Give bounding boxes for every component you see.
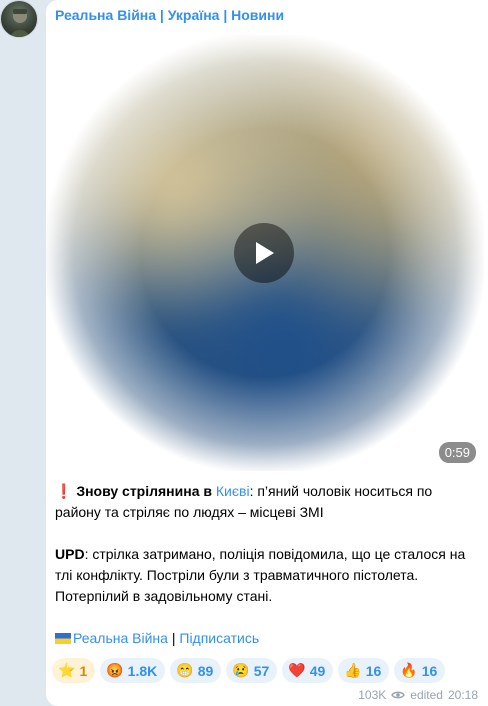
signature-separator: |: [167, 630, 180, 646]
reaction-fire[interactable]: 🔥 16: [394, 658, 446, 683]
video-player[interactable]: 0:59: [46, 35, 484, 471]
play-icon: [256, 242, 274, 264]
channel-name[interactable]: Реальна Війна | Україна | Новини: [55, 7, 284, 23]
reaction-count: 1.8K: [127, 662, 158, 679]
message-time: 20:18: [447, 688, 478, 702]
reaction-star[interactable]: ⭐ 1: [52, 658, 96, 683]
reaction-count: 16: [365, 662, 382, 679]
kyiv-link[interactable]: Києві: [216, 483, 250, 499]
soldier-avatar-icon: [10, 9, 30, 37]
upd-text: : стрілка затримано, поліція повідомила,…: [55, 546, 466, 604]
message-bubble: Реальна Війна | Україна | Новини 0:59 ❗ …: [46, 0, 488, 706]
headline-bold: Знову стрілянина в: [76, 483, 212, 499]
reaction-count: 49: [309, 662, 326, 679]
reaction-count: 89: [197, 662, 214, 679]
view-count: 103K: [358, 688, 387, 702]
reaction-count: 1: [79, 662, 88, 679]
message-meta: 103K edited 20:18: [358, 688, 478, 702]
video-duration: 0:59: [438, 442, 476, 463]
exclamation-icon: ❗: [55, 483, 73, 499]
reaction-heart[interactable]: ❤️ 49: [282, 658, 334, 683]
crying-face-icon: 😢: [232, 662, 250, 678]
reaction-angry[interactable]: 😡 1.8K: [100, 658, 166, 683]
reaction-thumbs-up[interactable]: 👍 16: [338, 658, 390, 683]
angry-face-icon: 😡: [106, 662, 124, 678]
post-signature: Реальна Війна | Підписатись: [55, 628, 475, 649]
star-icon: ⭐: [58, 662, 76, 678]
reaction-count: 16: [421, 662, 438, 679]
heart-icon: ❤️: [288, 662, 306, 678]
channel-signature-link[interactable]: Реальна Війна: [73, 630, 168, 646]
play-button[interactable]: [234, 223, 294, 283]
post-paragraph-2: UPD: стрілка затримано, поліція повідоми…: [55, 544, 475, 607]
edited-label: edited: [410, 688, 443, 702]
reaction-count: 57: [253, 662, 270, 679]
reaction-sad[interactable]: 😢 57: [226, 658, 278, 683]
grinning-face-icon: 😁: [176, 662, 194, 678]
thumbs-up-icon: 👍: [344, 662, 362, 678]
ukraine-flag-icon: [55, 633, 71, 644]
reaction-grin[interactable]: 😁 89: [170, 658, 222, 683]
channel-avatar[interactable]: [0, 0, 38, 38]
fire-icon: 🔥: [400, 662, 418, 678]
subscribe-link[interactable]: Підписатись: [179, 630, 259, 646]
eye-icon: [391, 691, 406, 699]
upd-label: UPD: [55, 546, 85, 562]
reactions-bar: ⭐ 1 😡 1.8K 😁 89 😢 57 ❤️ 49 👍 16 🔥 16: [52, 658, 446, 683]
post-paragraph-1: ❗ Знову стрілянина в Києві: п’яний чолов…: [55, 481, 475, 523]
